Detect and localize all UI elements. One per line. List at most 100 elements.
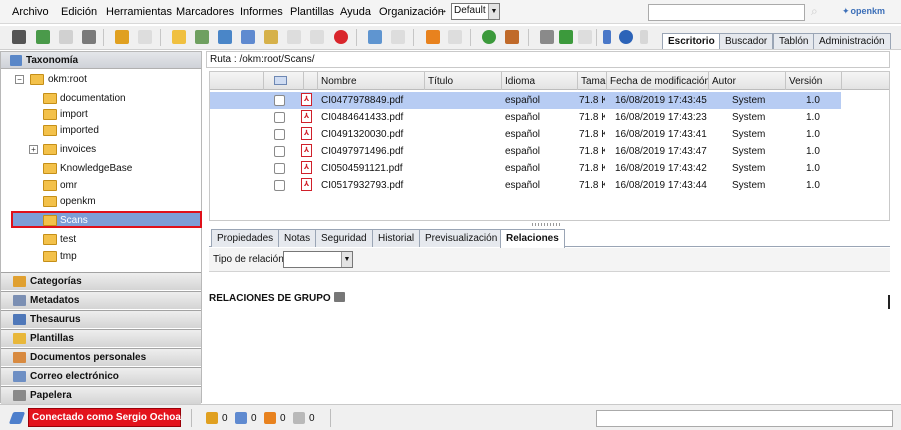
column-version[interactable]: Versión xyxy=(785,72,841,90)
column-tamano[interactable]: Tamaño xyxy=(577,72,606,90)
row-checkbox[interactable] xyxy=(274,180,285,191)
add-doc-icon[interactable] xyxy=(59,30,73,44)
tab-previsualizacion[interactable]: Previsualización xyxy=(419,229,504,247)
properties-icon[interactable] xyxy=(578,30,592,44)
menu-edicion[interactable]: Edición xyxy=(61,6,97,18)
mail-icon xyxy=(13,371,26,382)
relation-toolbar: Tipo de relación ▼ xyxy=(209,248,890,272)
pdf-icon: ⅄ xyxy=(301,178,312,191)
back-icon[interactable] xyxy=(603,30,611,44)
table-row[interactable]: ⅄ CI0497971496.pdf español 71.8 KB 16/08/201… xyxy=(210,143,841,160)
collapse-icon[interactable]: − xyxy=(15,75,24,84)
cell-modified-date: 16/08/2019 17:43:42 xyxy=(615,163,707,174)
lock-icon[interactable] xyxy=(115,30,129,44)
tree-item-label: invoices xyxy=(60,144,97,155)
new-doc-icon[interactable] xyxy=(218,30,232,44)
unlock-icon[interactable] xyxy=(138,30,152,44)
menu-plantillas[interactable]: Plantillas xyxy=(290,6,334,18)
menu-marcadores[interactable]: Marcadores xyxy=(176,6,234,18)
tab-seguridad[interactable]: Seguridad xyxy=(315,229,373,247)
checkout-docs-icon[interactable] xyxy=(235,412,247,424)
column-fecha[interactable]: Fecha de modificación xyxy=(606,72,708,90)
menu-informes[interactable]: Informes xyxy=(240,6,283,18)
subscribed-docs-icon[interactable] xyxy=(264,412,276,424)
column-idioma[interactable]: Idioma xyxy=(501,72,577,90)
tab-notas[interactable]: Notas xyxy=(278,229,317,247)
column-autor[interactable]: Autor xyxy=(708,72,785,90)
menu-archivo[interactable]: Archivo xyxy=(12,6,49,18)
accordion-plantillas[interactable]: Plantillas xyxy=(1,329,201,347)
quick-search-input[interactable] xyxy=(648,4,805,21)
table-row[interactable]: ⅄ CI0477978849.pdf español 71.8 KB 16/08/201… xyxy=(210,92,841,109)
refresh-doc-icon[interactable] xyxy=(36,30,50,44)
menu-ayuda[interactable]: Ayuda xyxy=(340,6,371,18)
scanner-icon[interactable] xyxy=(368,30,382,44)
pdf-icon: ⅄ xyxy=(301,127,312,140)
accordion-papelera[interactable]: Papelera xyxy=(1,386,201,404)
table-row[interactable]: ⅄ CI0504591121.pdf español 71.8 KB 16/08/201… xyxy=(210,160,841,177)
search-icon[interactable]: ⌕ xyxy=(811,4,825,20)
history-icon[interactable] xyxy=(619,30,633,44)
tab-administracion[interactable]: Administración xyxy=(813,33,891,49)
cell-modified-date: 16/08/2019 17:43:23 xyxy=(615,112,707,123)
archive-icon[interactable] xyxy=(448,30,462,44)
cell-language: español xyxy=(505,112,541,123)
tab-propiedades[interactable]: Propiedades xyxy=(211,229,280,247)
cell-modified-date: 16/08/2019 17:43:45 xyxy=(615,95,707,106)
status-message-field[interactable] xyxy=(596,410,893,427)
cell-author: System xyxy=(732,129,766,140)
column-nombre[interactable]: Nombre xyxy=(317,72,424,90)
new-mail-icon[interactable] xyxy=(195,30,209,44)
chevron-down-icon: ▼ xyxy=(488,4,499,19)
accordion-metadatos[interactable]: Metadatos xyxy=(1,291,201,309)
row-checkbox[interactable] xyxy=(274,95,285,106)
row-checkbox[interactable] xyxy=(274,146,285,157)
organization-select[interactable]: Default ▼ xyxy=(451,3,500,20)
menu-organizacion[interactable]: Organización xyxy=(379,6,444,18)
workflow-status-icon[interactable] xyxy=(293,412,305,424)
group-icon[interactable] xyxy=(12,30,26,44)
accordion-thesaurus[interactable]: Thesaurus xyxy=(1,310,201,328)
thesaurus-icon xyxy=(13,314,26,325)
column-titulo[interactable]: Título xyxy=(424,72,501,90)
cancel-checkout-icon[interactable] xyxy=(310,30,324,44)
row-checkbox[interactable] xyxy=(274,129,285,140)
table-row[interactable]: ⅄ CI0484641433.pdf español 71.8 KB 16/08/201… xyxy=(210,109,841,126)
tab-buscador[interactable]: Buscador xyxy=(719,33,774,49)
spreadsheet-icon[interactable] xyxy=(559,30,573,44)
accordion-documentos-personales[interactable]: Documentos personales xyxy=(1,348,201,366)
scan-upload-icon[interactable] xyxy=(391,30,405,44)
forward-icon[interactable] xyxy=(640,30,648,44)
row-checkbox[interactable] xyxy=(274,112,285,123)
checkin-icon[interactable] xyxy=(287,30,301,44)
table-row[interactable]: ⅄ CI0491320030.pdf español 71.8 KB 16/08/201… xyxy=(210,126,841,143)
column-select[interactable] xyxy=(263,72,303,90)
locked-docs-icon[interactable] xyxy=(206,412,218,424)
expand-icon[interactable]: + xyxy=(29,145,38,154)
home-icon[interactable] xyxy=(505,30,519,44)
menu-herramientas[interactable]: Herramientas xyxy=(106,6,172,18)
delete-icon[interactable] xyxy=(334,30,348,44)
upload-icon[interactable] xyxy=(241,30,255,44)
edit-icon[interactable] xyxy=(264,30,278,44)
sync-icon[interactable] xyxy=(482,30,496,44)
tab-tablon[interactable]: Tablón xyxy=(773,33,815,49)
print-icon[interactable] xyxy=(82,30,96,44)
row-checkbox[interactable] xyxy=(274,163,285,174)
splitter-handle[interactable] xyxy=(532,223,562,226)
relation-type-select[interactable]: ▼ xyxy=(283,251,353,268)
status-bar: Conectado como Sergio Ochoa 0 0 0 0 xyxy=(0,404,901,430)
taxonomy-header[interactable]: Taxonomía xyxy=(1,52,201,69)
group-icon[interactable] xyxy=(333,292,345,302)
workflow-icon[interactable] xyxy=(540,30,554,44)
select-all-icon[interactable] xyxy=(274,76,287,85)
accordion-categorias[interactable]: Categorías xyxy=(1,272,201,290)
new-folder-icon[interactable] xyxy=(172,30,186,44)
tab-escritorio[interactable]: Escritorio xyxy=(662,33,721,49)
table-row[interactable]: ⅄ CI0517932793.pdf español 71.8 KB 16/08/201… xyxy=(210,177,841,194)
accordion-correo-electronico[interactable]: Correo electrónico xyxy=(1,367,201,385)
tab-historial[interactable]: Historial xyxy=(372,229,421,247)
convert-icon[interactable] xyxy=(426,30,440,44)
cell-version: 1.0 xyxy=(806,180,820,191)
tab-relaciones[interactable]: Relaciones xyxy=(500,229,565,248)
